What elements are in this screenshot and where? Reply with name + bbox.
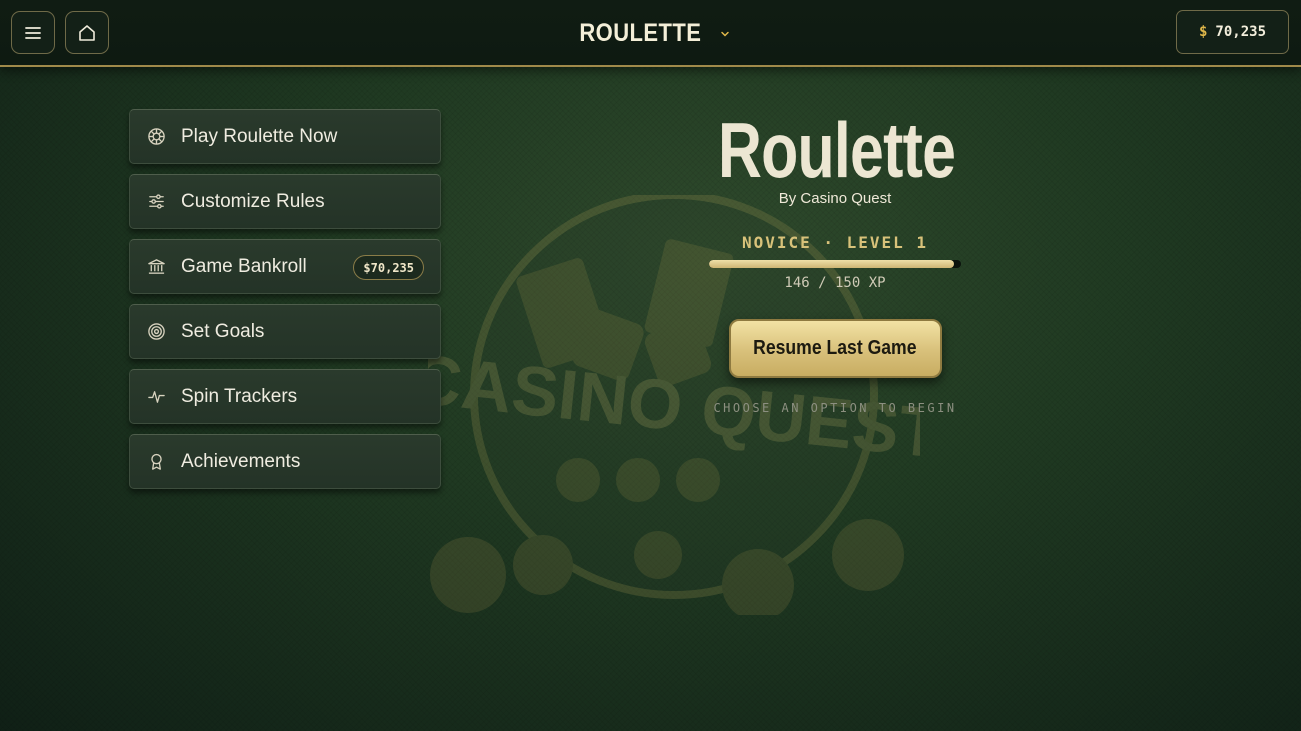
hint-text: CHOOSE AN OPTION TO BEGIN: [713, 401, 957, 415]
menu-item-label: Set Goals: [181, 320, 265, 342]
menu-item-label: Customize Rules: [181, 190, 325, 212]
menu-item-play-roulette[interactable]: Play Roulette Now: [129, 109, 441, 164]
menu-item-label: Achievements: [181, 450, 301, 472]
xp-progress-bar: [709, 260, 961, 268]
top-bar: ROULETTE $ 70,235: [0, 0, 1301, 67]
balance-display[interactable]: $ 70,235: [1176, 10, 1289, 54]
resume-last-game-button[interactable]: Resume Last Game: [728, 319, 942, 378]
home-button[interactable]: [65, 11, 109, 54]
bank-icon: [147, 257, 166, 276]
hero-panel: Roulette By Casino Quest NOVICE · LEVEL …: [685, 108, 985, 415]
menu-item-label: Play Roulette Now: [181, 125, 338, 147]
menu-item-game-bankroll[interactable]: Game Bankroll $70,235: [129, 239, 441, 294]
menu-item-label: Game Bankroll: [181, 255, 307, 277]
sliders-icon: [147, 192, 166, 211]
page-title: ROULETTE: [579, 19, 702, 47]
currency-symbol: $: [1198, 24, 1208, 40]
hamburger-menu-icon: [25, 26, 41, 39]
menu-item-set-goals[interactable]: Set Goals: [129, 304, 441, 359]
menu-item-spin-trackers[interactable]: Spin Trackers: [129, 369, 441, 424]
target-icon: [147, 322, 166, 341]
menu-item-customize-rules[interactable]: Customize Rules: [129, 174, 441, 229]
menu-item-label: Spin Trackers: [181, 385, 298, 407]
bankroll-badge: $70,235: [353, 255, 424, 280]
xp-progress-fill: [709, 260, 955, 268]
balance-amount: 70,235: [1215, 24, 1266, 40]
xp-text: 146 / 150 XP: [784, 275, 886, 291]
home-icon: [79, 24, 95, 41]
resume-button-label: Resume Last Game: [753, 337, 917, 359]
player-level: NOVICE · LEVEL 1: [741, 233, 929, 252]
menu-button[interactable]: [11, 11, 55, 54]
roulette-wheel-icon: [147, 127, 166, 146]
menu-item-achievements[interactable]: Achievements: [129, 434, 441, 489]
main-menu: Play Roulette Now Customize Rules Game B…: [129, 109, 441, 499]
award-icon: [147, 452, 166, 471]
game-title: Roulette: [718, 106, 956, 194]
activity-icon: [147, 387, 166, 406]
chevron-down-icon[interactable]: [720, 29, 730, 39]
